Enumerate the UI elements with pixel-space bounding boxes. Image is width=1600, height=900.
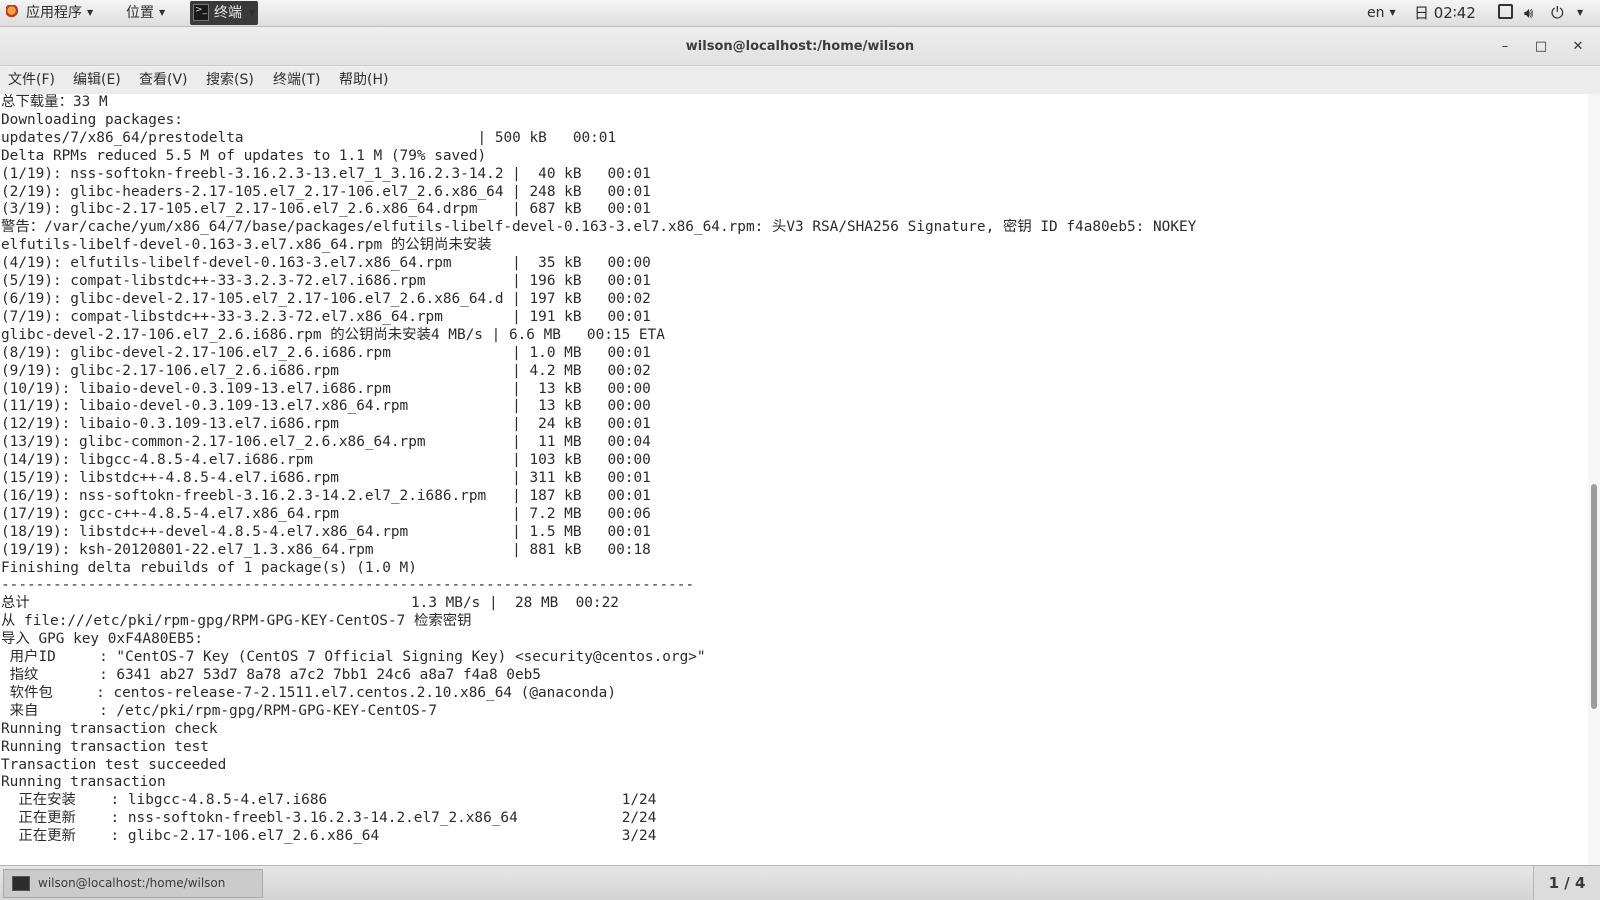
terminal-line: (8/19): glibc-devel-2.17-106.el7_2.6.i68… <box>1 344 651 361</box>
terminal-line: (11/19): libaio-devel-0.3.109-13.el7.x86… <box>1 398 651 415</box>
terminal-text: 总下载量：33 M Downloading packages: updates/7/… <box>0 94 1588 846</box>
chevron-down-icon: ▼ <box>159 8 166 17</box>
screen-icon[interactable] <box>1498 0 1513 26</box>
gnome-foot-icon <box>6 5 20 19</box>
terminal-line: Transaction test succeeded <box>1 756 227 773</box>
input-method-indicator[interactable]: en ▼ <box>1367 0 1396 26</box>
menu-terminal[interactable]: 终端(T) <box>273 66 320 94</box>
terminal-line: (17/19): gcc-c++-4.8.5-4.el7.x86_64.rpm … <box>1 505 651 522</box>
close-button[interactable]: ✕ <box>1563 27 1593 66</box>
terminal-line: (12/19): libaio-0.3.109-13.el7.i686.rpm … <box>1 416 651 433</box>
window-titlebar[interactable]: wilson@localhost:/home/wilson – □ ✕ <box>0 27 1600 66</box>
terminal-line: 总下载量：33 M <box>1 94 108 110</box>
chevron-down-icon[interactable]: ▼ <box>249 0 255 26</box>
terminal-line: (3/19): glibc-2.17-105.el7_2.17-106.el7_… <box>1 201 651 218</box>
maximize-button[interactable]: □ <box>1526 27 1556 66</box>
terminal-line: glibc-devel-2.17-106.el7_2.6.i686.rpm 的公… <box>1 326 665 343</box>
power-icon[interactable]: ⏻ <box>1551 0 1564 26</box>
terminal-line: Running transaction <box>1 774 166 791</box>
terminal-line: updates/7/x86_64/prestodelta | 500 kB 00… <box>1 129 617 146</box>
menu-view[interactable]: 查看(V) <box>139 66 188 94</box>
terminal-line: (10/19): libaio-devel-0.3.109-13.el7.i68… <box>1 380 651 397</box>
terminal-line: (16/19): nss-softokn-freebl-3.16.2.3-14.… <box>1 487 651 504</box>
terminal-line: (1/19): nss-softokn-freebl-3.16.2.3-13.e… <box>1 165 651 182</box>
clock[interactable]: 日 02∶42 <box>1414 0 1476 26</box>
power-menu-arrow[interactable]: ▼ <box>1572 0 1583 26</box>
terminal-line: 总计 1.3 MB/s | 28 MB 00:22 <box>1 595 619 612</box>
places-label: 位置 <box>126 5 154 21</box>
terminal-line: (19/19): ksh-20120801-22.el7_1.3.x86_64.… <box>1 541 651 558</box>
menu-file[interactable]: 文件(F) <box>8 66 55 94</box>
menu-bar: 文件(F) 编辑(E) 查看(V) 搜索(S) 终端(T) 帮助(H) <box>0 66 1600 94</box>
bottom-panel: wilson@localhost:/home/wilson 1 / 4 <box>0 865 1600 900</box>
terminal-line: (6/19): glibc-devel-2.17-105.el7_2.17-10… <box>1 290 651 307</box>
terminal-line: (15/19): libstdc++-4.8.5-4.el7.i686.rpm … <box>1 470 651 487</box>
terminal-line: Running transaction check <box>1 720 218 737</box>
terminal-line: 正在更新 : nss-softokn-freebl-3.16.2.3-14.2.… <box>1 810 657 827</box>
terminal-line: 从 file:///etc/pki/rpm-gpg/RPM-GPG-KEY-Ce… <box>1 613 472 630</box>
terminal-line: Running transaction test <box>1 738 209 755</box>
terminal-line: (18/19): libstdc++-devel-4.8.5-4.el7.x86… <box>1 523 651 540</box>
terminal-line: 用户ID : "CentOS-7 Key (CentOS 7 Official … <box>1 649 706 666</box>
terminal-line: 指纹 : 6341 ab27 53d7 8a78 a7c2 7bb1 24c6 … <box>1 667 541 683</box>
menu-help[interactable]: 帮助(H) <box>339 66 388 94</box>
terminal-app-menu[interactable]: >_ 终端 <box>190 1 258 25</box>
terminal-line: 来自 : /etc/pki/rpm-gpg/RPM-GPG-KEY-CentOS… <box>1 702 437 719</box>
terminal-icon: >_ <box>193 4 209 21</box>
terminal-line: 导入 GPG key 0xF4A80EB5: <box>1 631 204 648</box>
terminal-line: (13/19): glibc-common-2.17-106.el7_2.6.x… <box>1 434 651 451</box>
terminal-line: Finishing delta rebuilds of 1 package(s)… <box>1 559 417 576</box>
chevron-down-icon: ▼ <box>1389 8 1396 17</box>
top-panel: 应用程序 ▼ 位置 ▼ >_ 终端 ▼ en ▼ 日 02∶42 🔊︎ ⏻ ▼ <box>0 0 1600 27</box>
terminal-line: (2/19): glibc-headers-2.17-105.el7_2.17-… <box>1 183 651 200</box>
terminal-line: elfutils-libelf-devel-0.163-3.el7.x86_64… <box>1 237 492 254</box>
volume-icon[interactable]: 🔊︎ <box>1524 0 1533 26</box>
terminal-output[interactable]: 总下载量：33 M Downloading packages: updates/7/… <box>0 94 1588 865</box>
applications-menu[interactable]: 应用程序 ▼ <box>6 0 93 26</box>
terminal-line: ----------------------------------------… <box>1 577 695 594</box>
chevron-down-icon: ▼ <box>1577 8 1584 17</box>
terminal-line: 正在更新 : glibc-2.17-106.el7_2.6.x86_64 3/2… <box>1 828 657 845</box>
minimize-button[interactable]: – <box>1490 27 1520 66</box>
places-menu[interactable]: 位置 ▼ <box>126 0 165 26</box>
terminal-line: (7/19): compat-libstdc++-33-3.2.3-72.el7… <box>1 308 651 325</box>
terminal-line: (4/19): elfutils-libelf-devel-0.163-3.el… <box>1 255 651 272</box>
terminal-line: Delta RPMs reduced 5.5 M of updates to 1… <box>1 147 487 164</box>
taskbar-window-button[interactable]: wilson@localhost:/home/wilson <box>3 869 263 898</box>
terminal-scrollbar[interactable] <box>1588 94 1600 865</box>
scrollbar-thumb[interactable] <box>1591 484 1597 709</box>
terminal-line: (9/19): glibc-2.17-106.el7_2.6.i686.rpm … <box>1 362 651 379</box>
terminal-line: Downloading packages: <box>1 111 183 128</box>
menu-search[interactable]: 搜索(S) <box>206 66 254 94</box>
terminal-line: 正在安装 : libgcc-4.8.5-4.el7.i686 1/24 <box>1 792 657 809</box>
terminal-line: (14/19): libgcc-4.8.5-4.el7.i686.rpm | 1… <box>1 452 651 469</box>
input-method-label: en <box>1367 5 1385 21</box>
chevron-down-icon: ▼ <box>87 8 94 17</box>
applications-label: 应用程序 <box>26 5 82 21</box>
terminal-icon <box>12 876 30 891</box>
workspace-switcher[interactable]: 1 / 4 <box>1533 866 1600 900</box>
menu-edit[interactable]: 编辑(E) <box>73 66 121 94</box>
terminal-app-label: 终端 <box>214 5 242 21</box>
terminal-line: 软件包 : centos-release-7-2.1511.el7.centos… <box>1 684 616 701</box>
terminal-line: 警告：/var/cache/yum/x86_64/7/base/packages… <box>1 219 1197 236</box>
window-title: wilson@localhost:/home/wilson <box>685 39 915 54</box>
terminal-line: (5/19): compat-libstdc++-33-3.2.3-72.el7… <box>1 273 651 290</box>
taskbar-window-label: wilson@localhost:/home/wilson <box>38 876 226 890</box>
